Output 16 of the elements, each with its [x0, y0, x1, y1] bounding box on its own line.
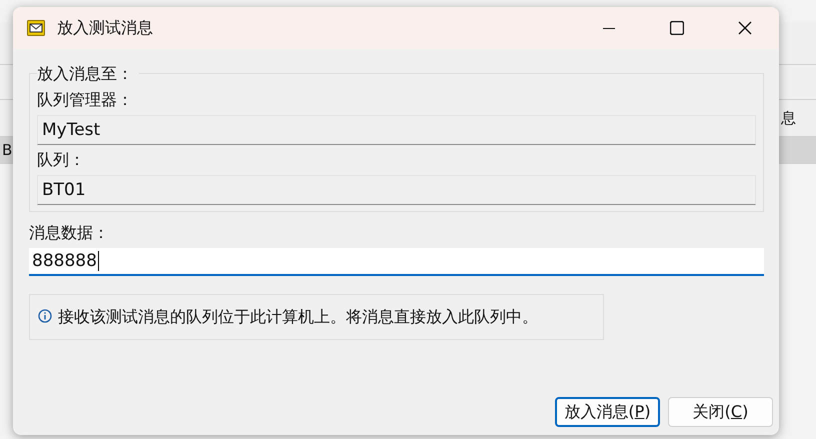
- put-message-button[interactable]: 放入消息(P): [555, 397, 660, 427]
- table-row[interactable]: B: [0, 137, 13, 164]
- close-icon: [738, 21, 752, 35]
- envelope-icon: [27, 20, 45, 36]
- field-label: 队列管理器：: [37, 89, 133, 111]
- field-label: 消息数据：: [29, 222, 109, 244]
- info-icon: [38, 309, 52, 323]
- readonly-field: BT01: [37, 175, 756, 205]
- maximize-icon: [670, 21, 684, 35]
- info-text: 接收该测试消息的队列位于此计算机上。将消息直接放入此队列中。: [58, 306, 538, 328]
- table-row[interactable]: [779, 137, 816, 164]
- input-field[interactable]: 888888: [29, 248, 764, 276]
- field-label: 队列：: [37, 149, 85, 171]
- close-dialog-button[interactable]: 关闭(C): [668, 397, 773, 427]
- window-title: 放入测试消息: [57, 18, 154, 38]
- readonly-field: MyTest: [37, 115, 756, 145]
